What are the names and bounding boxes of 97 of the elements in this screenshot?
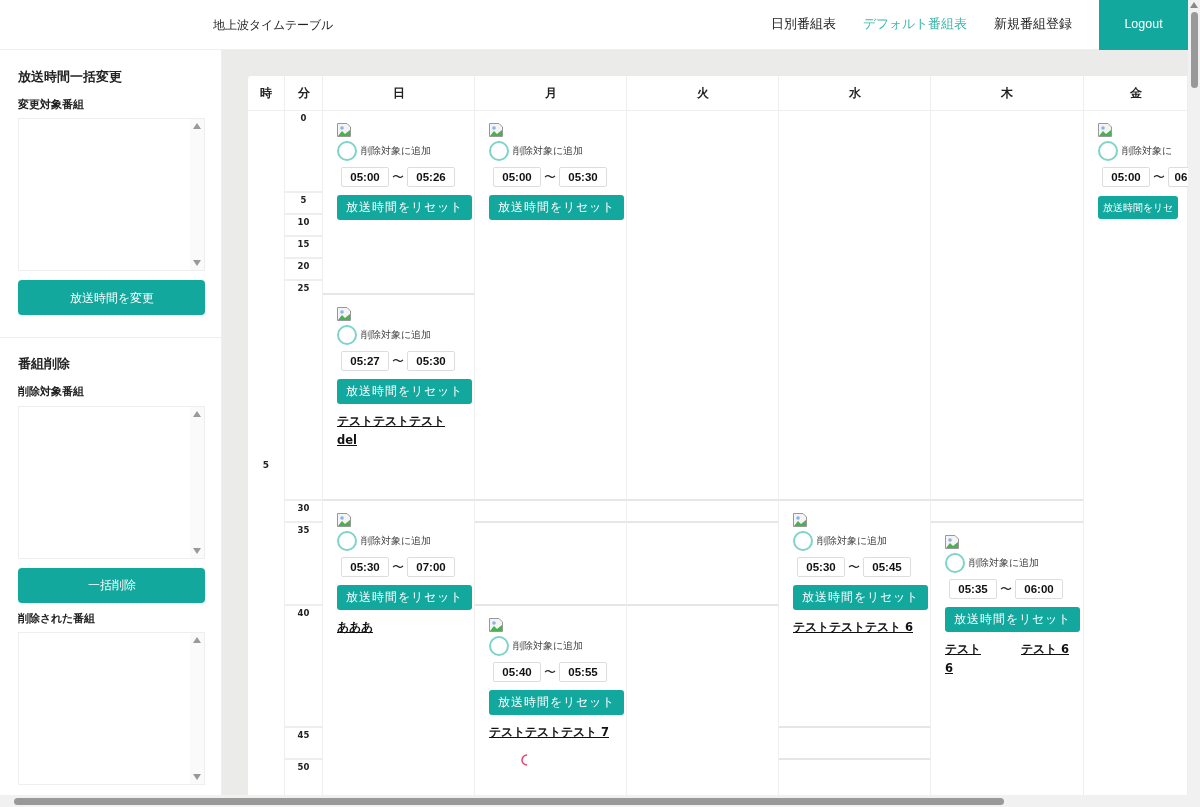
time-field[interactable]: 07:00 — [407, 557, 455, 577]
list-box[interactable] — [18, 405, 205, 559]
nav-link[interactable]: 日別番組表 — [771, 15, 836, 34]
time-field[interactable]: 05:30 — [341, 557, 389, 577]
checkbox[interactable] — [489, 141, 509, 161]
checkbox[interactable] — [337, 531, 357, 551]
minute-label: 0 — [300, 113, 307, 123]
scroll-down-icon — [193, 774, 201, 780]
broken-image-icon — [489, 123, 503, 137]
time-field[interactable]: 05:30 — [407, 351, 455, 371]
minute-label: 10 — [297, 217, 310, 227]
tilde-text: 〜 — [1000, 581, 1012, 598]
broken-image-icon — [793, 513, 807, 527]
checkbox[interactable] — [337, 141, 357, 161]
column-header: 火 — [696, 85, 709, 102]
broken-image-icon — [945, 535, 959, 549]
site-title: 地上波タイムテーブル — [213, 16, 333, 34]
checkbox-label: 削除対象に追加 — [361, 327, 431, 342]
time-field[interactable]: 05:35 — [949, 579, 997, 599]
minute-label: 15 — [297, 239, 310, 249]
hour-label: 5 — [262, 458, 270, 472]
program-title-link[interactable]: テスト 6 — [1021, 640, 1069, 678]
checkbox-label: 削除対象に追加 — [969, 555, 1039, 570]
checkbox-label: 削除対象に追加 — [817, 533, 887, 548]
program-title-link[interactable]: テストテストテスト 6 — [793, 618, 913, 637]
tilde-text: 〜 — [392, 559, 404, 576]
time-field[interactable]: 06 — [1168, 167, 1188, 187]
broken-image-icon — [337, 513, 351, 527]
vertical-scrollbar[interactable] — [1188, 0, 1200, 795]
checkbox[interactable] — [945, 553, 965, 573]
field-label: 削除対象番組 — [18, 384, 85, 400]
checkbox-label: 削除対象に追加 — [513, 143, 583, 158]
time-field[interactable]: 05:00 — [1102, 167, 1150, 187]
minute-label: 30 — [297, 503, 310, 513]
field-label: 変更対象番組 — [18, 96, 85, 113]
checkbox[interactable] — [793, 531, 813, 551]
field-label: 削除された番組 — [18, 610, 96, 627]
list-box[interactable] — [18, 632, 205, 785]
broken-image-icon — [1098, 123, 1112, 137]
scrollbar-thumb[interactable] — [1190, 12, 1198, 88]
broken-image-icon — [337, 123, 351, 137]
scroll-up-icon[interactable] — [1190, 2, 1198, 8]
time-field[interactable]: 05:00 — [341, 167, 389, 187]
program-title-link[interactable]: あああ — [337, 618, 373, 637]
column-header: 水 — [848, 85, 861, 102]
tilde-text: 〜 — [1153, 169, 1165, 186]
column-header: 日 — [392, 85, 405, 102]
time-field[interactable]: 05:30 — [559, 167, 607, 187]
tilde-text: 〜 — [392, 169, 404, 186]
program-title-link[interactable]: テスト 6 — [945, 640, 987, 678]
spinner-icon — [521, 753, 529, 766]
column-header: 時 — [260, 85, 272, 102]
scroll-down-icon — [193, 260, 201, 267]
program-title-link[interactable]: テストテストテスト 7 — [489, 723, 609, 742]
checkbox[interactable] — [489, 636, 509, 656]
minute-label: 40 — [297, 608, 310, 618]
checkbox-label: 削除対象に追加 — [361, 533, 431, 548]
scrollbar-thumb[interactable] — [14, 797, 1004, 805]
horizontal-scrollbar[interactable] — [0, 795, 1200, 807]
list-box[interactable] — [18, 118, 205, 272]
time-field[interactable]: 05:40 — [493, 662, 541, 682]
section-title: 番組削除 — [18, 355, 71, 374]
tilde-text: 〜 — [544, 169, 556, 186]
time-field[interactable]: 05:00 — [493, 167, 541, 187]
nav-link[interactable]: 新規番組登録 — [994, 15, 1072, 34]
time-field[interactable]: 05:55 — [559, 662, 607, 682]
minute-label: 20 — [297, 261, 310, 271]
checkbox[interactable] — [1098, 141, 1118, 161]
broken-image-icon — [489, 618, 503, 632]
minute-label: 5 — [300, 195, 307, 205]
checkbox-label: 削除対象に追加 — [513, 638, 583, 653]
scroll-up-icon — [193, 410, 201, 417]
checkbox-label: 削除対象に追加 — [361, 143, 431, 158]
time-field[interactable]: 06:00 — [1015, 579, 1063, 599]
time-field[interactable]: 05:30 — [797, 557, 845, 577]
column-header: 分 — [297, 85, 310, 102]
scroll-up-icon — [193, 123, 201, 130]
column-header: 月 — [544, 85, 557, 102]
time-field[interactable]: 05:26 — [407, 167, 455, 187]
minute-label: 50 — [297, 762, 310, 772]
minute-label: 45 — [297, 730, 310, 740]
broken-image-icon — [337, 307, 351, 321]
minute-label: 25 — [297, 283, 310, 293]
minute-label: 35 — [297, 525, 310, 535]
checkbox[interactable] — [337, 325, 357, 345]
section-title: 放送時間一括変更 — [18, 68, 123, 86]
column-header: 木 — [1001, 85, 1013, 102]
time-field[interactable]: 05:27 — [341, 351, 389, 371]
checkbox-label: 削除対象に — [1122, 143, 1172, 158]
scroll-up-icon — [193, 637, 201, 643]
tilde-text: 〜 — [392, 353, 404, 370]
program-title-link[interactable]: テストテストテスト del — [337, 412, 460, 450]
column-header: 金 — [1129, 85, 1142, 102]
tilde-text: 〜 — [848, 559, 860, 576]
tilde-text: 〜 — [544, 664, 556, 681]
time-field[interactable]: 05:45 — [863, 557, 911, 577]
scroll-down-icon — [193, 547, 201, 554]
